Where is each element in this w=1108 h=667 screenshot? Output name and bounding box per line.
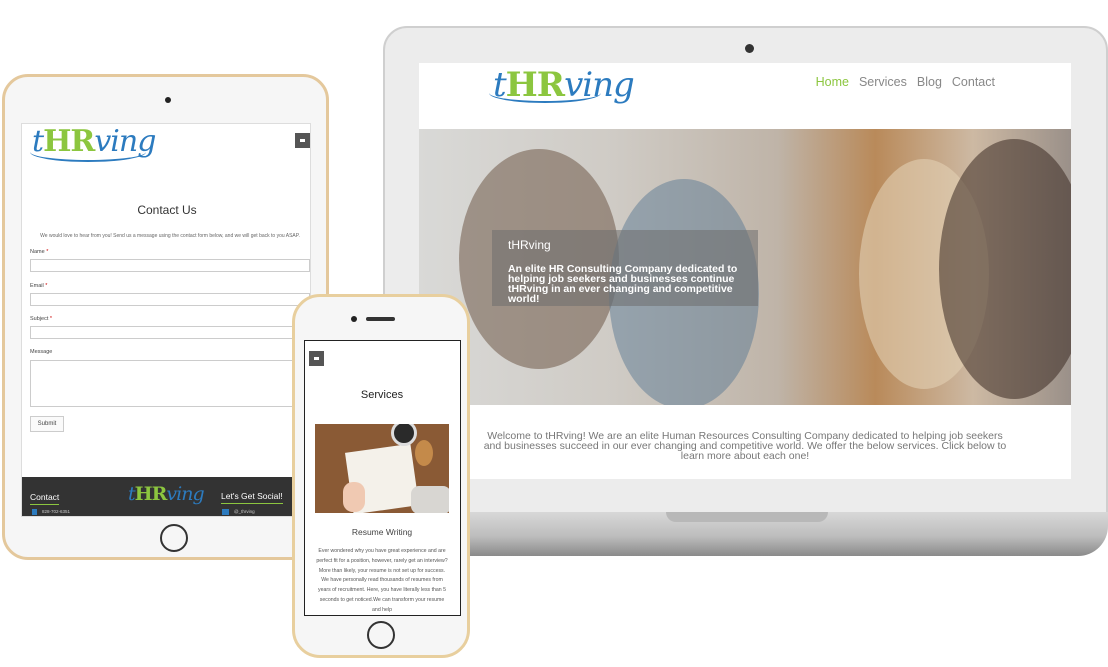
name-field[interactable] — [30, 259, 310, 272]
coffee-cup-shape — [391, 424, 417, 446]
footer-contact-heading: Contact — [30, 492, 60, 505]
message-label-text: Message — [30, 349, 53, 355]
twitter-icon[interactable] — [222, 509, 229, 515]
phone-device: Services Resume Writing Ever wondered wh… — [292, 294, 470, 658]
footer-social-heading: Let's Get Social! — [221, 491, 283, 504]
laptop-screen: tHRving Home Services Blog Contact tHRvi… — [419, 63, 1071, 479]
logo-hr: HR — [134, 483, 168, 505]
footer-social-handle[interactable]: @_thrving — [234, 509, 255, 514]
service-name[interactable]: Resume Writing — [305, 527, 459, 537]
tablet-camera — [165, 97, 171, 103]
hero-title: tHRving — [508, 238, 551, 252]
logo-suffix: ving — [166, 483, 204, 505]
resume-writing-image — [315, 424, 449, 513]
logo-swoosh — [489, 83, 601, 103]
email-label-text: Email — [30, 283, 44, 289]
message-label: Message — [30, 349, 52, 355]
required-mark: * — [45, 283, 48, 289]
tablet-logo-swoosh — [30, 142, 146, 162]
message-field[interactable] — [30, 360, 310, 407]
submit-button[interactable]: Submit — [30, 416, 64, 432]
contact-intro: We would love to hear from you! Send us … — [40, 233, 300, 239]
required-mark: * — [46, 249, 49, 255]
hero-banner: tHRving An elite HR Consulting Company d… — [419, 129, 1071, 405]
contact-title: Contact Us — [137, 203, 197, 217]
name-label-text: Name — [30, 249, 45, 255]
tablet-menu-button[interactable] — [295, 133, 310, 148]
phone-home-button — [367, 621, 395, 649]
nav-services[interactable]: Services — [859, 75, 907, 89]
site-header: tHRving Home Services Blog Contact — [419, 63, 1071, 129]
phone-camera — [351, 316, 357, 322]
phone-icon — [32, 509, 37, 515]
welcome-text: Welcome to tHRving! We are an elite Huma… — [483, 430, 1007, 462]
phone-speaker — [366, 317, 395, 321]
footer-logo: tHRving — [128, 483, 205, 505]
subject-label: Subject * — [30, 316, 52, 322]
footer-phone[interactable]: 828-702-6351 — [42, 509, 70, 514]
nav-home[interactable]: Home — [816, 75, 849, 89]
email-field[interactable] — [30, 293, 310, 306]
phone-screen: Services Resume Writing Ever wondered wh… — [304, 340, 461, 616]
name-label: Name * — [30, 249, 48, 255]
tablet-device: tHRving Contact Us We would love to hear… — [2, 74, 329, 560]
nav-contact[interactable]: Contact — [952, 75, 995, 89]
sleeve-shape — [411, 486, 449, 513]
services-title: Services — [360, 389, 404, 401]
logo-prefix: t — [128, 483, 136, 505]
hand-shape — [343, 482, 365, 512]
subject-field[interactable] — [30, 326, 310, 339]
main-nav: Home Services Blog Contact — [816, 75, 995, 89]
laptop-camera — [745, 44, 754, 53]
laptop-base — [440, 512, 1108, 556]
subject-label-text: Subject — [30, 316, 49, 322]
phone-menu-button[interactable] — [309, 351, 324, 366]
service-description: Ever wondered why you have great experie… — [316, 548, 448, 613]
hero-description: An elite HR Consulting Company dedicated… — [508, 263, 738, 305]
tablet-footer: Contact 828-702-6351 tHRving Let's Get S… — [22, 477, 310, 516]
tablet-home-button — [160, 524, 188, 552]
pastry-shape — [415, 440, 433, 466]
laptop-notch — [666, 512, 828, 522]
required-mark: * — [49, 316, 53, 322]
nav-blog[interactable]: Blog — [917, 75, 942, 89]
tablet-screen: tHRving Contact Us We would love to hear… — [21, 123, 311, 517]
hero-caption: tHRving An elite HR Consulting Company d… — [492, 230, 758, 306]
laptop-device: tHRving Home Services Blog Contact tHRvi… — [383, 26, 1108, 520]
email-label: Email * — [30, 283, 47, 289]
